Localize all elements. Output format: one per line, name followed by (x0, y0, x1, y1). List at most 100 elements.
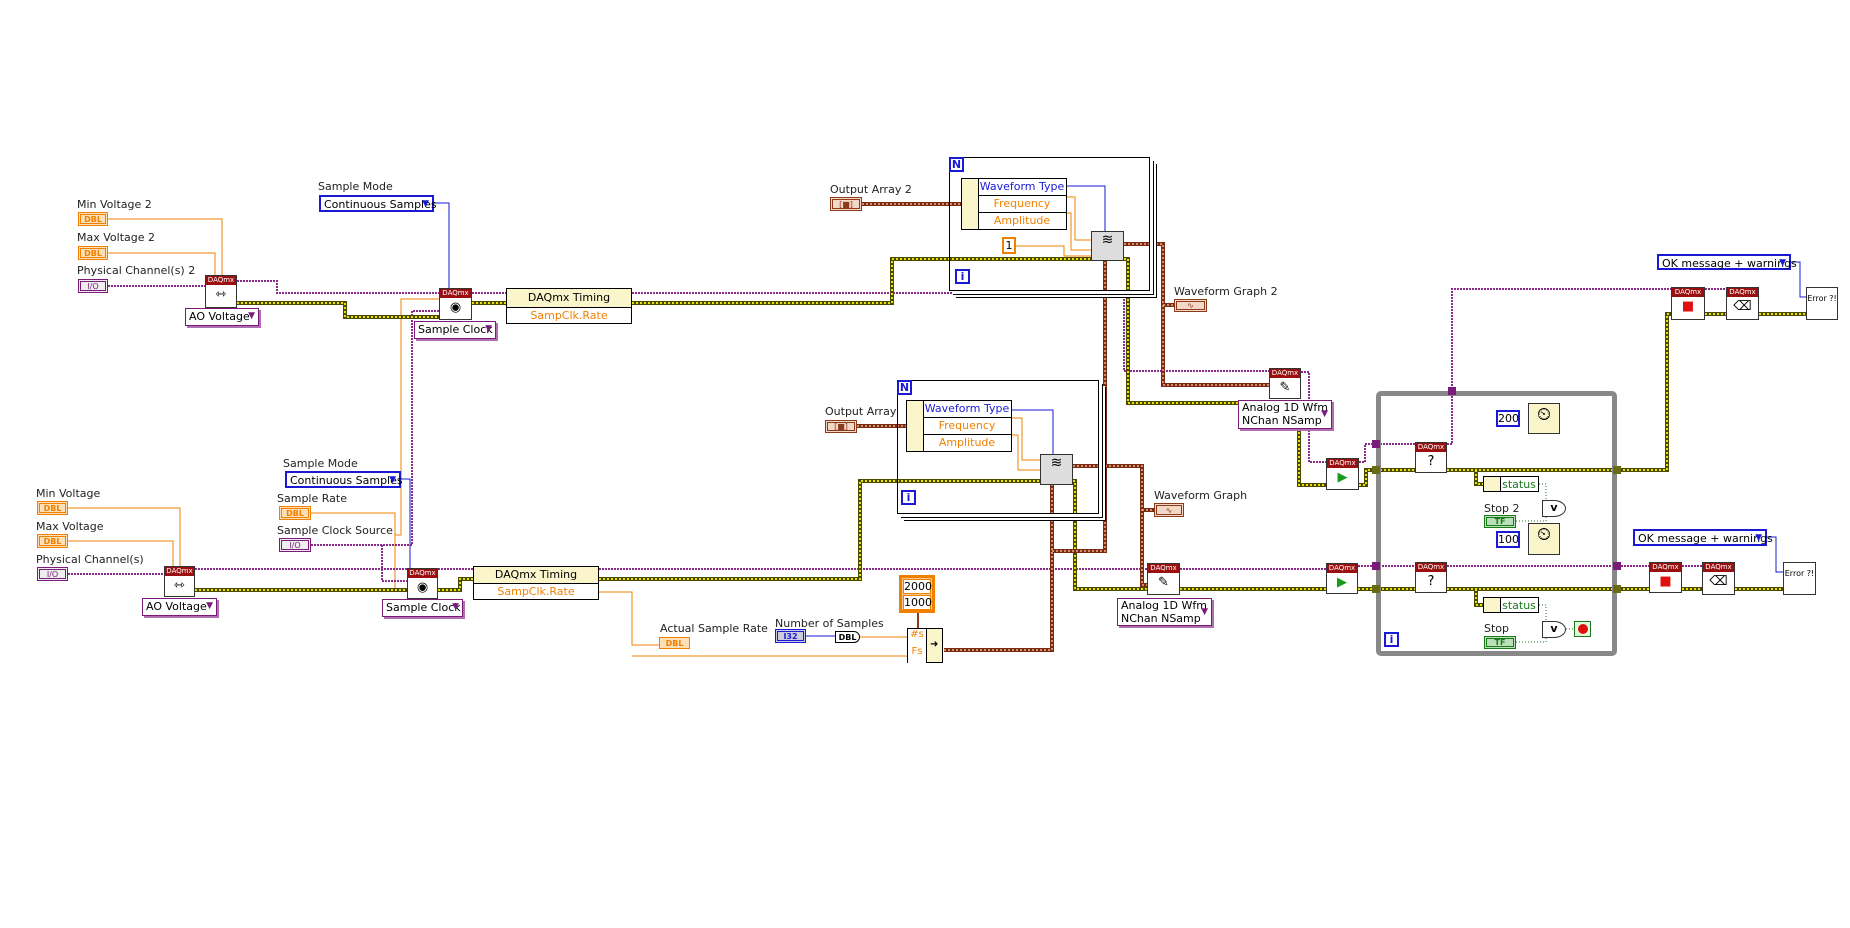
dropdown-arrow-icon: ▼ (389, 475, 396, 485)
or-gate-2: v (1542, 500, 1566, 517)
waveform-graph-terminal[interactable]: ∿ (1154, 503, 1184, 517)
actual-sample-rate-label: Actual Sample Rate (660, 622, 768, 635)
ao-voltage-ring-1[interactable]: AO Voltage ▼ (142, 598, 217, 616)
min-voltage-label: Min Voltage (36, 487, 101, 500)
sample-mode-2-ring[interactable]: Continuous Samples ▼ (319, 195, 437, 212)
daqmx-write-1[interactable]: DAQmx ✎ (1147, 563, 1180, 595)
write-type-ring-2[interactable]: Analog 1D Wfm NChan NSamp ▼ (1238, 400, 1332, 429)
sample-clock-ring-2[interactable]: Sample Clock ▼ (414, 321, 496, 339)
physical-channel-terminal[interactable]: I/O (37, 567, 68, 581)
error-dialog-ring-1[interactable]: OK message + warnings ▼ (1633, 529, 1773, 546)
create-channel-icon: ⇿ (174, 578, 185, 593)
unbundle-status-2[interactable]: status (1483, 476, 1539, 492)
wait-ms-vi-1[interactable]: ⏲ (1528, 523, 1560, 555)
array-element[interactable]: 1000 (903, 595, 932, 610)
physical-channel-2-terminal[interactable]: I/O (78, 279, 108, 293)
daqmx-clear-task-1[interactable]: DAQmx ⌫ (1702, 562, 1735, 595)
daqmx-write-2[interactable]: DAQmx ✎ (1269, 368, 1301, 399)
wait-ms-constant-2[interactable]: 200 (1496, 410, 1520, 427)
ring-value: AO Voltage (146, 600, 207, 613)
max-voltage-2-terminal[interactable]: DBL (78, 246, 108, 260)
sample-rate-label: Sample Rate (277, 492, 347, 505)
sample-mode-ring[interactable]: Continuous Samples ▼ (285, 471, 403, 488)
daqmx-header: DAQmx (1270, 369, 1300, 378)
daqmx-header: DAQmx (1672, 288, 1704, 297)
loop-count-terminal[interactable]: N (897, 380, 912, 395)
daqmx-create-channel-2[interactable]: DAQmx ⇿ (205, 275, 237, 308)
eraser-icon: ⌫ (1709, 574, 1728, 589)
min-voltage-terminal[interactable]: DBL (37, 501, 68, 515)
dropdown-arrow-icon: ▼ (1779, 258, 1786, 268)
number-of-samples-terminal[interactable]: I32 (775, 629, 806, 643)
daqmx-header: DAQmx (1727, 288, 1758, 297)
unbundle-status-1[interactable]: status (1483, 597, 1539, 613)
sample-clock-source-terminal[interactable]: I/O (279, 538, 311, 552)
property-sampclk-rate[interactable]: SampClk.Rate (474, 584, 598, 600)
property-node-title: DAQmx Timing (474, 567, 598, 584)
array-constant[interactable]: 2000 1000 (899, 575, 935, 613)
task-tunnel (1372, 562, 1380, 570)
unbundle-by-name-1[interactable]: Waveform Type Frequency Amplitude (906, 400, 1012, 452)
property-sampclk-rate[interactable]: SampClk.Rate (507, 308, 631, 324)
error-dialog-ring-2[interactable]: OK message + warnings ▼ (1657, 254, 1797, 270)
unbundle-frequency: Frequency (978, 196, 1066, 213)
constant-one[interactable]: 1 (1002, 237, 1016, 254)
actual-sample-rate-indicator[interactable]: DBL (659, 637, 690, 649)
function-generator-vi-2[interactable]: ≋ (1091, 231, 1124, 261)
max-voltage-2-label: Max Voltage 2 (77, 231, 155, 244)
output-array-terminal[interactable]: [■] (825, 420, 857, 433)
daqmx-header: DAQmx (408, 569, 437, 578)
unbundle-amplitude: Amplitude (938, 436, 996, 449)
output-array-2-terminal[interactable]: [■] (830, 197, 862, 211)
sample-rate-terminal[interactable]: DBL (279, 506, 311, 520)
daqmx-timing-property-node-2[interactable]: DAQmx Timing SampClk.Rate (506, 288, 632, 324)
build-waveform[interactable]: #s Fs ➜ (907, 628, 943, 663)
stop-2-label: Stop 2 (1484, 502, 1520, 515)
daqmx-header: DAQmx (165, 567, 194, 576)
ring-value: Sample Clock (418, 323, 493, 336)
to-double-conversion[interactable]: DBL (835, 631, 860, 643)
daqmx-start-task-1[interactable]: DAQmx ▶ (1326, 563, 1358, 594)
ring-value: OK message + warnings (1662, 257, 1797, 270)
array-element[interactable]: 2000 (903, 579, 932, 594)
stop-square-icon: ■ (1659, 574, 1672, 589)
ring-value: Sample Clock (386, 601, 461, 614)
function-generator-vi-1[interactable]: ≋ (1040, 454, 1073, 485)
metronome-icon: ⏲ (1536, 404, 1552, 425)
daqmx-timing-vi-1[interactable]: DAQmx ◉ (407, 568, 438, 599)
waveform-graph-2-terminal[interactable]: ∿ (1174, 299, 1207, 312)
write-type-ring-1[interactable]: Analog 1D Wfm NChan NSamp ▼ (1117, 598, 1212, 626)
daqmx-create-channel-1[interactable]: DAQmx ⇿ (164, 566, 195, 597)
daqmx-timing-vi-2[interactable]: DAQmx ◉ (439, 288, 472, 320)
stop-sign-icon (1577, 624, 1588, 634)
arrow-icon: ➜ (930, 639, 939, 650)
daqmx-is-task-done-1[interactable]: DAQmx? (1415, 562, 1447, 593)
daqmx-stop-task-2[interactable]: DAQmx ■ (1671, 287, 1705, 320)
daqmx-clear-task-2[interactable]: DAQmx ⌫ (1726, 287, 1759, 320)
sample-clock-ring-1[interactable]: Sample Clock ▼ (382, 599, 463, 617)
pencil-icon: ✎ (1158, 575, 1169, 590)
min-voltage-2-terminal[interactable]: DBL (78, 212, 108, 226)
task-tunnel (1613, 562, 1621, 570)
loop-condition-terminal[interactable] (1574, 621, 1591, 637)
wait-ms-vi-2[interactable]: ⏲ (1528, 403, 1560, 434)
daqmx-timing-property-node-1[interactable]: DAQmx Timing SampClk.Rate (473, 566, 599, 600)
daqmx-stop-task-1[interactable]: DAQmx ■ (1649, 562, 1682, 593)
simple-error-handler-2[interactable]: Error ?! (1806, 287, 1838, 320)
wait-ms-constant-1[interactable]: 100 (1496, 531, 1520, 548)
loop-count-terminal[interactable]: N (949, 157, 964, 172)
daqmx-header: DAQmx (1327, 564, 1357, 573)
simple-error-handler-1[interactable]: Error ?! (1783, 562, 1816, 595)
stop-2-button-terminal[interactable]: TF (1484, 515, 1516, 528)
daqmx-start-task-2[interactable]: DAQmx ▶ (1326, 458, 1359, 490)
unbundle-waveform-type: Waveform Type (978, 179, 1066, 196)
unbundle-by-name-2[interactable]: Waveform Type Frequency Amplitude (961, 178, 1067, 230)
daqmx-is-task-done-2[interactable]: DAQmx? (1415, 442, 1447, 473)
clock-icon: ◉ (416, 580, 429, 595)
property-node-title: DAQmx Timing (507, 289, 631, 308)
ao-voltage-ring-2[interactable]: AO Voltage ▼ (185, 308, 259, 326)
max-voltage-terminal[interactable]: DBL (37, 534, 68, 548)
physical-channel-2-label: Physical Channel(s) 2 (77, 264, 196, 277)
sample-clock-source-label: Sample Clock Source (277, 524, 393, 537)
stop-button-terminal[interactable]: TF (1484, 636, 1516, 649)
